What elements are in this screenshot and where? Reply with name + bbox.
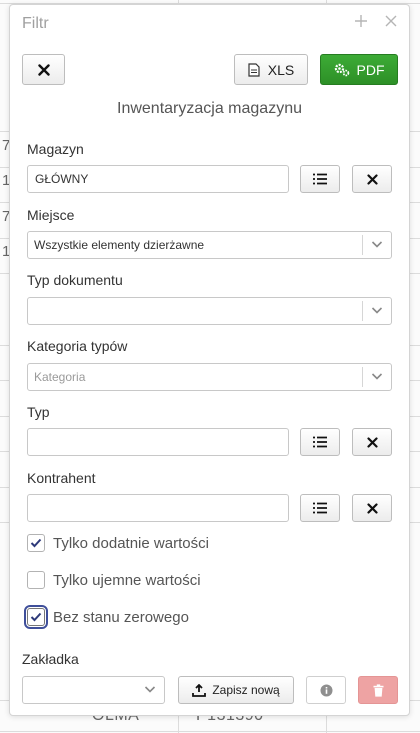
report-title: Inwentaryzacja magazynu — [117, 100, 302, 117]
close-icon — [366, 436, 378, 448]
plus-icon[interactable] — [354, 14, 368, 28]
chevron-down-icon — [371, 373, 383, 380]
magazyn-value: GŁÓWNY — [35, 172, 89, 186]
miejsce-value: Wszystkie elementy dzierżawne — [34, 238, 205, 252]
checkmark-icon — [30, 538, 42, 548]
upload-icon — [192, 683, 207, 697]
typ-label: Typ — [27, 404, 50, 420]
list-icon — [313, 502, 327, 514]
magazyn-clear-button[interactable] — [352, 165, 392, 193]
negative-only-label: Tylko ujemne wartości — [53, 571, 201, 589]
export-xls-button[interactable]: XLS — [234, 54, 308, 85]
no-zero-stock-checkbox[interactable] — [24, 605, 48, 629]
miejsce-label: Miejsce — [27, 207, 75, 223]
trash-icon — [373, 683, 383, 697]
typ-dokumentu-select[interactable] — [27, 297, 392, 325]
typ-field[interactable] — [27, 428, 289, 456]
kategoria-typow-select[interactable]: Kategoria — [27, 363, 392, 391]
magazyn-field[interactable]: GŁÓWNY — [27, 165, 289, 193]
close-icon — [366, 502, 378, 514]
close-icon — [37, 63, 50, 76]
kategoria-placeholder: Kategoria — [34, 370, 86, 384]
pdf-label: PDF — [356, 61, 385, 78]
checkmark-icon — [30, 612, 42, 622]
close-icon — [366, 173, 378, 185]
delete-bookmark-button[interactable] — [358, 676, 398, 704]
chevron-down-icon — [144, 686, 156, 693]
list-icon — [313, 436, 327, 448]
negative-only-checkbox[interactable] — [27, 571, 45, 589]
close-icon[interactable] — [384, 14, 398, 28]
magazyn-list-button[interactable] — [300, 165, 340, 193]
list-icon — [313, 173, 327, 185]
checkbox-row-nonzero[interactable]: Bez stanu zerowego — [24, 605, 189, 629]
bookmark-select[interactable] — [22, 676, 165, 704]
checkbox-row-positive[interactable]: Tylko dodatnie wartości — [27, 534, 209, 552]
positive-only-checkbox[interactable] — [27, 534, 45, 552]
save-new-bookmark-button[interactable]: Zapisz nową — [178, 676, 294, 704]
save-new-label: Zapisz nową — [212, 683, 280, 697]
export-pdf-button[interactable]: PDF — [320, 54, 398, 85]
magazyn-label: Magazyn — [27, 141, 84, 157]
kategoria-typow-label: Kategoria typów — [27, 338, 128, 354]
positive-only-label: Tylko dodatnie wartości — [53, 534, 209, 552]
cancel-button[interactable] — [22, 54, 65, 85]
typ-list-button[interactable] — [300, 428, 340, 456]
chevron-down-icon — [371, 307, 383, 314]
no-zero-stock-label: Bez stanu zerowego — [53, 608, 189, 626]
file-icon — [248, 62, 260, 77]
filter-dialog: Filtr XLS PDF Inwentaryzacja magazynu Ma… — [9, 4, 410, 716]
info-icon — [320, 684, 332, 696]
bookmark-label: Zakładka — [22, 651, 79, 667]
kontrahent-field[interactable] — [27, 494, 289, 522]
bookmark-info-button[interactable] — [306, 676, 346, 704]
dialog-title: Filtr — [22, 15, 49, 32]
typ-clear-button[interactable] — [352, 428, 392, 456]
xls-label: XLS — [267, 61, 295, 78]
kontrahent-label: Kontrahent — [27, 470, 96, 486]
cogs-icon — [334, 63, 349, 76]
chevron-down-icon — [371, 241, 383, 248]
miejsce-select[interactable]: Wszystkie elementy dzierżawne — [27, 231, 392, 259]
checkbox-row-negative[interactable]: Tylko ujemne wartości — [27, 571, 201, 589]
kontrahent-list-button[interactable] — [300, 494, 340, 522]
kontrahent-clear-button[interactable] — [352, 494, 392, 522]
typ-dokumentu-label: Typ dokumentu — [27, 272, 123, 288]
